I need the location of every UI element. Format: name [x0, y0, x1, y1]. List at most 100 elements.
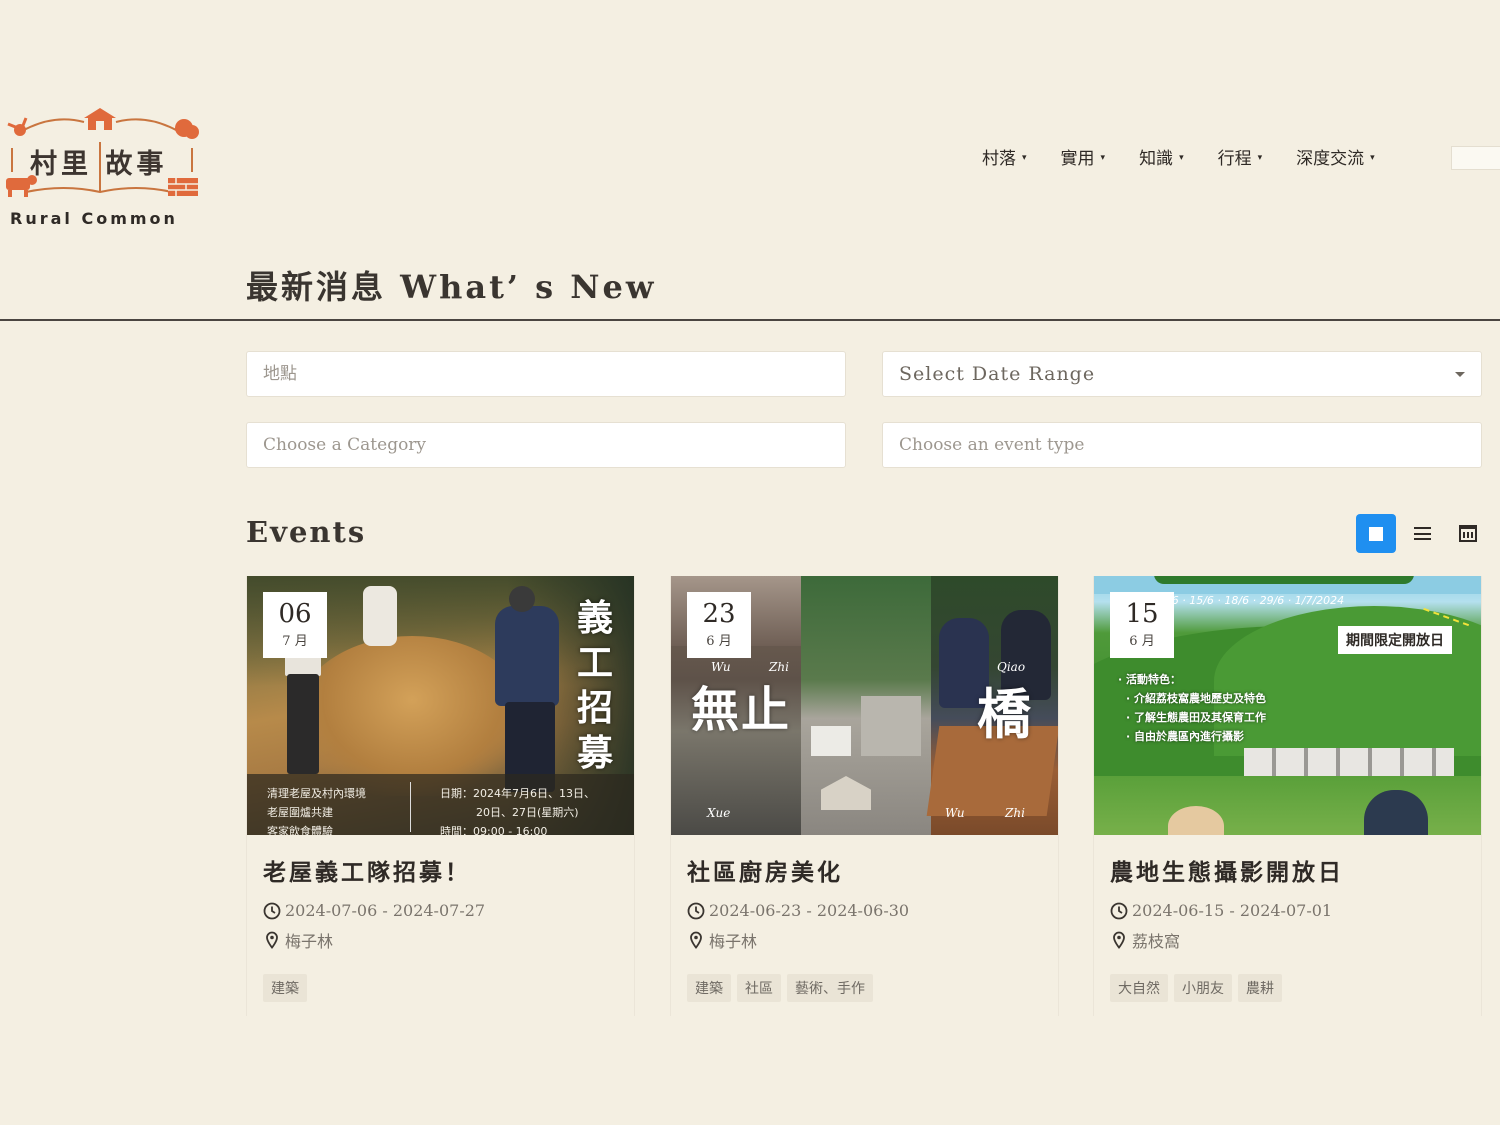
image-text: 工	[576, 642, 613, 684]
image-text: Zhi	[1005, 806, 1025, 820]
nav-item-label: 行程	[1217, 149, 1252, 169]
date-range-label: Select Date Range	[899, 363, 1096, 385]
event-date-text: 2024-07-06 - 2024-07-27	[285, 901, 486, 920]
list-view-button[interactable]	[1402, 514, 1442, 553]
image-text: 期間限定開放日	[1338, 626, 1452, 654]
date-day: 06	[278, 599, 312, 629]
caret-down-icon: ▾	[1179, 152, 1184, 163]
image-text: 清理老屋及村內環境	[267, 787, 366, 800]
caret-down-icon: ▾	[1022, 152, 1027, 163]
event-image[interactable]: 無止 橋 Wu Zhi Qiao Xue Wu Zhi 23 6 月	[671, 576, 1058, 835]
nav-search-box[interactable]	[1451, 146, 1500, 170]
image-text: · 了解生態農田及其保育工作	[1126, 711, 1267, 724]
date-day: 15	[1125, 599, 1159, 629]
date-badge: 06 7 月	[263, 592, 327, 658]
grid-view-button[interactable]	[1356, 514, 1396, 553]
event-card[interactable]: /6 · 15/6 · 18/6 · 29/6 · 1/7/2024 期間限定開…	[1093, 576, 1482, 1016]
date-month: 7 月	[282, 634, 308, 649]
map-pin-icon	[266, 931, 278, 949]
image-text: 時間：09:00 - 16:00	[440, 825, 548, 835]
chevron-down-icon	[1455, 371, 1465, 377]
event-date-range: 2024-07-06 - 2024-07-27	[263, 901, 618, 920]
clock-icon	[263, 902, 281, 919]
event-type-filter[interactable]	[882, 422, 1482, 468]
event-date-range: 2024-06-15 - 2024-07-01	[1110, 901, 1465, 920]
category-input[interactable]	[263, 435, 829, 455]
caret-down-icon: ▾	[1257, 152, 1263, 163]
location-input[interactable]	[263, 364, 829, 384]
event-card[interactable]: 義 工 招 募 清理老屋及村內環境 老屋圍爐共建 客家飲食體驗 日期：2024年…	[246, 576, 635, 1016]
event-location: 梅子林	[687, 928, 1042, 952]
site-logo[interactable]: 村里 故事 Rural Common	[4, 108, 204, 236]
map-pin-icon	[1113, 931, 1125, 949]
clock-icon	[1110, 902, 1128, 919]
location-filter[interactable]	[246, 351, 846, 397]
event-tags: 大自然 小朋友 農耕	[1110, 974, 1465, 1002]
event-date-text: 2024-06-15 - 2024-07-01	[1132, 901, 1333, 920]
page-title: 最新消息 What’ s New	[246, 268, 657, 306]
tag[interactable]: 藝術、手作	[787, 974, 873, 1002]
date-day: 23	[702, 599, 736, 629]
date-month: 6 月	[1129, 634, 1155, 649]
image-text: 無止	[691, 682, 792, 738]
calendar-icon	[1459, 525, 1477, 542]
date-badge: 23 6 月	[687, 592, 751, 658]
category-filter[interactable]	[246, 422, 846, 468]
caret-down-icon: ▾	[1100, 152, 1106, 163]
image-text: Wu	[711, 660, 731, 674]
nav-item-villages[interactable]: 村落 ▾	[982, 144, 1027, 169]
image-text: 招	[576, 687, 613, 729]
tag[interactable]: 建築	[687, 974, 731, 1002]
event-title[interactable]: 老屋義工隊招募！	[263, 853, 618, 887]
nav-item-exchange[interactable]: 深度交流 ▾	[1296, 144, 1375, 169]
event-location: 荔枝窩	[1110, 928, 1465, 952]
main-nav: 村落 ▾ 實用 ▾ 知識 ▾ 行程 ▾ 深度交流 ▾	[982, 144, 1375, 169]
event-image[interactable]: /6 · 15/6 · 18/6 · 29/6 · 1/7/2024 期間限定開…	[1094, 576, 1481, 835]
tag[interactable]: 小朋友	[1174, 974, 1232, 1002]
image-text: · 介紹荔枝窩農地歷史及特色	[1126, 692, 1267, 705]
image-text: 橋	[977, 682, 1031, 746]
date-range-select[interactable]: Select Date Range	[882, 351, 1482, 397]
event-location-text: 梅子林	[709, 932, 758, 951]
event-card[interactable]: 無止 橋 Wu Zhi Qiao Xue Wu Zhi 23 6 月 社區廚房美…	[670, 576, 1059, 1016]
page: 村里 故事 Rural Common 村落 ▾ 實用 ▾ 知識 ▾ 行程 ▾ 深度交流 ▾…	[0, 0, 1500, 1125]
clock-icon	[687, 902, 705, 919]
image-text: 日期：2024年7月6日、13日、	[440, 787, 595, 800]
event-title[interactable]: 社區廚房美化	[687, 853, 1042, 887]
image-text: Zhi	[769, 660, 789, 674]
image-text: 募	[576, 732, 613, 774]
nav-item-itinerary[interactable]: 行程 ▾	[1218, 144, 1263, 169]
tag[interactable]: 建築	[263, 974, 307, 1002]
nav-item-label: 深度交流	[1296, 149, 1365, 169]
calendar-view-button[interactable]	[1448, 514, 1488, 553]
image-text: 義	[576, 597, 613, 639]
tag[interactable]: 社區	[737, 974, 781, 1002]
nav-item-label: 實用	[1060, 149, 1095, 169]
events-heading: Events	[246, 515, 367, 549]
nav-item-label: 村落	[982, 149, 1016, 169]
image-text: 客家飲食體驗	[267, 825, 333, 835]
grid-icon	[1369, 526, 1383, 541]
title-divider	[0, 319, 1500, 321]
event-date-range: 2024-06-23 - 2024-06-30	[687, 901, 1042, 920]
logo-title: 村里 故事	[30, 149, 168, 180]
nav-item-label: 知識	[1139, 149, 1174, 169]
event-tags: 建築 社區 藝術、手作	[687, 974, 1042, 1002]
event-location-text: 荔枝窩	[1132, 932, 1181, 951]
event-location-text: 梅子林	[285, 932, 334, 951]
image-text: /6 · 15/6 · 18/6 · 29/6 · 1/7/2024	[1168, 594, 1345, 607]
event-location: 梅子林	[263, 928, 618, 952]
tag[interactable]: 農耕	[1238, 974, 1282, 1002]
image-text: Wu	[945, 806, 965, 820]
nav-item-knowledge[interactable]: 知識 ▾	[1139, 144, 1184, 169]
event-title[interactable]: 農地生態攝影開放日	[1110, 853, 1465, 887]
event-tags: 建築	[263, 974, 618, 1002]
tag[interactable]: 大自然	[1110, 974, 1168, 1002]
nav-item-practical[interactable]: 實用 ▾	[1061, 144, 1106, 169]
date-badge: 15 6 月	[1110, 592, 1174, 658]
event-image[interactable]: 義 工 招 募 清理老屋及村內環境 老屋圍爐共建 客家飲食體驗 日期：2024年…	[247, 576, 634, 835]
event-type-input[interactable]	[899, 435, 1465, 455]
image-text: Qiao	[997, 660, 1026, 674]
date-month: 6 月	[706, 634, 732, 649]
event-date-text: 2024-06-23 - 2024-06-30	[709, 901, 910, 920]
